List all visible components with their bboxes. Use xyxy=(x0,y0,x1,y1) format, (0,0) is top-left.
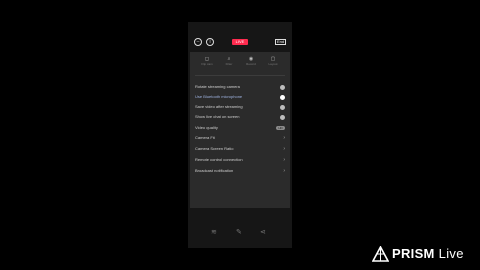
setting-bluetooth-mic[interactable]: Use Bluetooth microphone xyxy=(195,93,287,101)
settings-panel: ◻ Flip cam ⌕ Filter ◉ Record ▢ Layout Ro… xyxy=(190,52,290,208)
toggle-switch[interactable] xyxy=(280,115,285,120)
top-bar: – i LIVE End xyxy=(188,36,292,48)
setting-broadcast-notification[interactable]: Broadcast notification › xyxy=(195,167,287,175)
setting-screen-ratio[interactable]: Camera Screen Ratio › xyxy=(195,145,287,153)
brand-name: PRISM xyxy=(392,246,435,261)
info-icon[interactable]: i xyxy=(206,38,214,46)
bottom-bar: ≋ ✎ ⋖ xyxy=(188,226,292,240)
chevron-right-icon: › xyxy=(283,146,285,152)
setting-save-video[interactable]: Save video after streaming xyxy=(195,103,287,111)
divider xyxy=(195,75,285,76)
toggle-switch[interactable] xyxy=(280,95,285,100)
setting-rotate-camera[interactable]: Rotate streaming camera xyxy=(195,83,287,91)
setting-live-chat[interactable]: Show live chat on screen xyxy=(195,113,287,121)
share-icon[interactable]: ⋖ xyxy=(260,228,266,236)
chevron-right-icon: › xyxy=(283,157,285,163)
tool-record[interactable]: ◉ Record xyxy=(240,54,262,72)
toggle-switch[interactable] xyxy=(280,85,285,90)
setting-camera-fit[interactable]: Camera Fit › xyxy=(195,134,287,142)
toggle-switch[interactable] xyxy=(280,105,285,110)
prism-logo-icon xyxy=(372,246,389,262)
quality-pill[interactable]: HD xyxy=(276,126,285,130)
tool-row: ◻ Flip cam ⌕ Filter ◉ Record ▢ Layout xyxy=(190,54,290,72)
chevron-right-icon: › xyxy=(283,135,285,141)
minimize-icon[interactable]: – xyxy=(194,38,202,46)
brand-suffix: Live xyxy=(438,246,464,261)
tool-flip-cam[interactable]: ◻ Flip cam xyxy=(196,54,218,72)
pen-icon[interactable]: ✎ xyxy=(236,228,242,236)
tool-layout[interactable]: ▢ Layout xyxy=(262,54,284,72)
live-badge: LIVE xyxy=(232,39,248,45)
end-button[interactable]: End xyxy=(275,39,286,45)
setting-video-quality[interactable]: Video quality HD xyxy=(195,124,287,132)
tool-filter[interactable]: ⌕ Filter xyxy=(218,54,240,72)
layers-icon[interactable]: ≋ xyxy=(211,228,217,236)
phone-screen: – i LIVE End ◻ Flip cam ⌕ Filter ◉ Recor… xyxy=(188,22,292,248)
setting-remote-control[interactable]: Remote control connection › xyxy=(195,156,287,164)
chevron-right-icon: › xyxy=(283,168,285,174)
